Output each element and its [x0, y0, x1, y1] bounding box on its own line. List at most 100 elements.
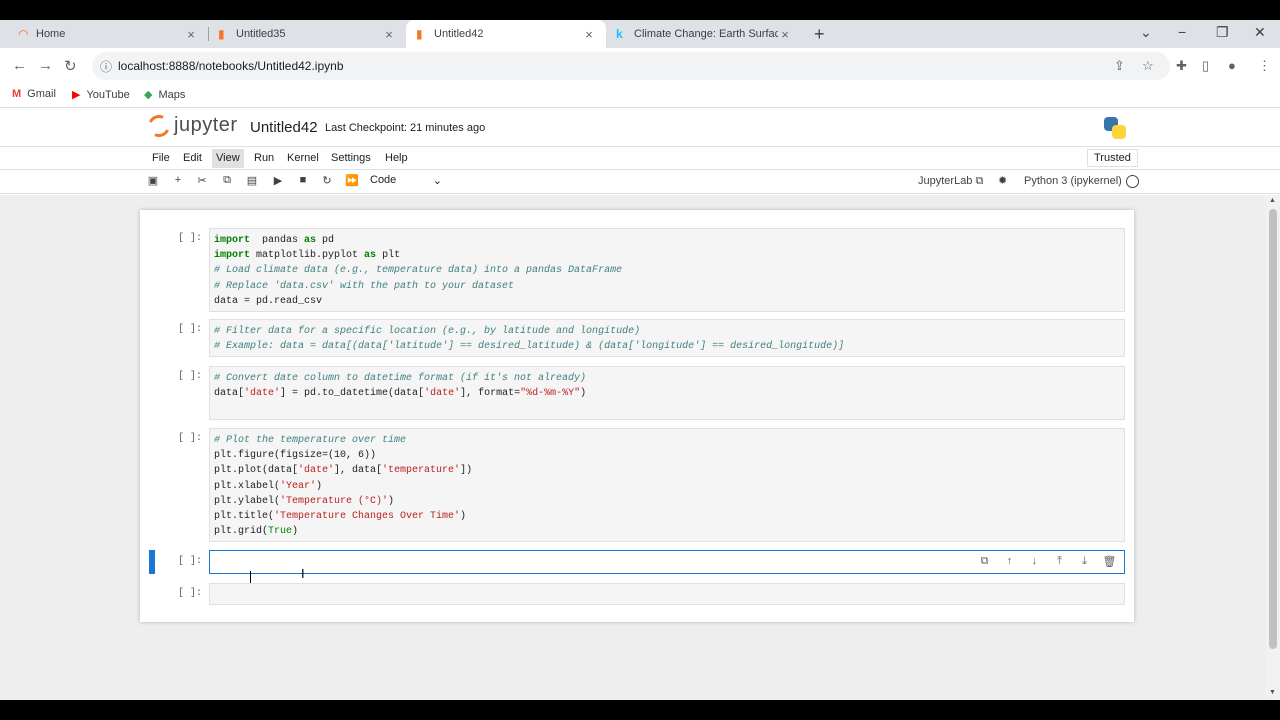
bookmark-gmail[interactable]: M Gmail — [12, 88, 56, 100]
menu-kernel[interactable]: Kernel — [285, 152, 321, 164]
move-up-icon[interactable]: ↑ — [997, 555, 1022, 568]
insert-below-icon[interactable]: ⤓ — [1072, 555, 1097, 568]
scroll-up-icon[interactable]: ▲ — [1269, 197, 1276, 204]
code-line: plt.plot(data['date'], data['temperature… — [214, 463, 1120, 478]
tab-untitled42[interactable]: ▮ Untitled42 × — [406, 20, 606, 48]
debugger-bug-icon[interactable]: ✹ — [998, 174, 1007, 187]
copy-icon[interactable]: ⧉ — [220, 174, 234, 187]
notebook-title[interactable]: Untitled42 — [250, 119, 318, 136]
close-icon[interactable]: × — [778, 27, 792, 42]
add-cell-icon[interactable]: + — [171, 174, 185, 186]
code-token: plt — [376, 250, 401, 262]
minimize-icon[interactable]: − — [1178, 24, 1186, 40]
code-line: # Plot the temperature over time — [214, 433, 1120, 448]
menu-run[interactable]: Run — [252, 152, 276, 164]
restart-icon[interactable]: ↻ — [320, 174, 334, 187]
menu-settings[interactable]: Settings — [329, 152, 373, 164]
jupyter-logo-icon — [144, 111, 174, 140]
code-line: plt.grid(True) — [214, 524, 1120, 539]
tab-climate-change[interactable]: k Climate Change: Earth Surface Te × — [606, 20, 802, 48]
share-icon[interactable]: ⇪ — [1114, 58, 1125, 74]
code-token: plt.figure(figsize=(10, 6)) — [214, 450, 377, 462]
code-line: # Filter data for a specific location (e… — [214, 324, 1120, 339]
jupyterlab-link[interactable]: JupyterLab ⧉ — [918, 175, 983, 188]
bookmark-youtube[interactable]: ▶ YouTube — [72, 88, 130, 102]
code-line: data['date'] = pd.to_datetime(data['date… — [214, 386, 1120, 401]
page-scrollbar[interactable]: ▲ ▼ — [1266, 195, 1280, 700]
window-close-icon[interactable]: ✕ — [1254, 24, 1266, 41]
menu-kebab-icon[interactable]: ⋮ — [1258, 58, 1271, 74]
cell-type-select[interactable]: Code ⌄ — [370, 174, 442, 187]
menu-view[interactable]: View — [212, 149, 244, 168]
maximize-icon[interactable]: ❐ — [1216, 24, 1229, 41]
gmail-icon: M — [12, 88, 22, 100]
stop-icon[interactable]: ■ — [296, 174, 310, 186]
code-token: "%d-%m-%Y" — [520, 388, 581, 400]
code-editor[interactable] — [209, 583, 1125, 605]
jupyter-icon: ◠ — [18, 27, 29, 41]
profile-avatar-icon[interactable]: ● — [1228, 58, 1236, 73]
close-icon[interactable]: × — [184, 27, 198, 42]
code-line: plt.ylabel('Temperature (°C)') — [214, 494, 1120, 509]
screen-bottom-border — [0, 700, 1280, 720]
menu-file[interactable]: File — [150, 152, 172, 164]
site-info-icon[interactable]: ⓘ — [100, 58, 118, 75]
new-tab-button[interactable]: + — [814, 24, 825, 45]
bookmark-star-icon[interactable]: ☆ — [1142, 58, 1154, 74]
last-checkpoint: Last Checkpoint: 21 minutes ago — [325, 122, 486, 134]
chevron-down-icon: ⌄ — [432, 175, 442, 187]
trusted-indicator[interactable]: Trusted — [1087, 149, 1138, 167]
forward-icon[interactable]: → — [38, 57, 53, 74]
code-line: plt.figure(figsize=(10, 6)) — [214, 448, 1120, 463]
code-token: # Replace 'data.csv' with the path to yo… — [214, 280, 515, 292]
close-icon[interactable]: × — [382, 27, 396, 42]
tab-label: Home — [36, 28, 66, 40]
python-logo-icon — [1104, 117, 1126, 139]
code-token: ) — [580, 388, 587, 400]
close-icon[interactable]: × — [582, 27, 596, 42]
code-token: True — [268, 526, 293, 538]
code-line: # Convert date column to datetime format… — [214, 371, 1120, 386]
move-down-icon[interactable]: ↓ — [1022, 555, 1047, 568]
bookmark-maps[interactable]: ◆ Maps — [144, 88, 185, 102]
code-token: 'Temperature (°C)' — [280, 495, 389, 507]
cut-icon[interactable]: ✂ — [195, 174, 209, 187]
fast-forward-icon[interactable]: ⏩ — [345, 174, 359, 187]
code-editor[interactable]: # Plot the temperature over time plt.figu… — [209, 428, 1125, 542]
code-token: ], data[ — [334, 465, 383, 477]
code-line: data = pd.read_csv — [214, 294, 1120, 309]
extensions-icon[interactable]: ✚ — [1176, 58, 1187, 74]
code-editor[interactable]: import pandas as pd import matplotlib.pyp… — [209, 228, 1125, 312]
code-token: ) — [388, 495, 395, 507]
tab-untitled35[interactable]: ▮ Untitled35 × — [208, 20, 406, 48]
jupyter-logo[interactable]: jupyter — [144, 111, 238, 140]
reload-icon[interactable]: ↻ — [64, 57, 77, 75]
code-editor[interactable]: # Convert date column to datetime format… — [209, 366, 1125, 420]
code-line: # Example: data = data[(data['latitude']… — [214, 339, 1120, 354]
code-token: as — [304, 235, 317, 246]
kernel-name[interactable]: Python 3 (ipykernel) — [1024, 175, 1122, 187]
scroll-down-icon[interactable]: ▼ — [1269, 689, 1276, 696]
tab-search-icon[interactable]: ⌄ — [1140, 24, 1152, 41]
back-icon[interactable]: ← — [12, 57, 27, 74]
scrollbar-thumb[interactable] — [1269, 209, 1277, 649]
paste-icon[interactable]: ▤ — [245, 174, 259, 187]
code-token: import — [214, 235, 251, 246]
duplicate-cell-icon[interactable]: ⧉ — [972, 555, 997, 568]
menu-edit[interactable]: Edit — [181, 152, 204, 164]
menu-help[interactable]: Help — [383, 152, 410, 164]
jupyter-header: jupyter Untitled42 Last Checkpoint: 21 m… — [0, 108, 1280, 146]
run-icon[interactable]: ▶ — [271, 174, 285, 187]
screen-top-border — [0, 0, 1280, 20]
delete-cell-icon[interactable]: 🗑 — [1097, 555, 1122, 568]
code-token: data = pd.read_csv — [214, 295, 323, 307]
code-token: # Convert date column to datetime format… — [214, 373, 587, 384]
address-bar[interactable]: ⓘ localhost:8888/notebooks/Untitled42.ip… — [92, 52, 1170, 80]
code-token: 'date' — [298, 465, 335, 477]
code-editor[interactable]: # Filter data for a specific location (e… — [209, 319, 1125, 357]
save-icon[interactable]: ▣ — [146, 174, 160, 187]
insert-above-icon[interactable]: ⤒ — [1047, 555, 1072, 568]
side-panel-icon[interactable]: ▯ — [1202, 58, 1209, 74]
tab-home[interactable]: ◠ Home × — [8, 20, 208, 48]
